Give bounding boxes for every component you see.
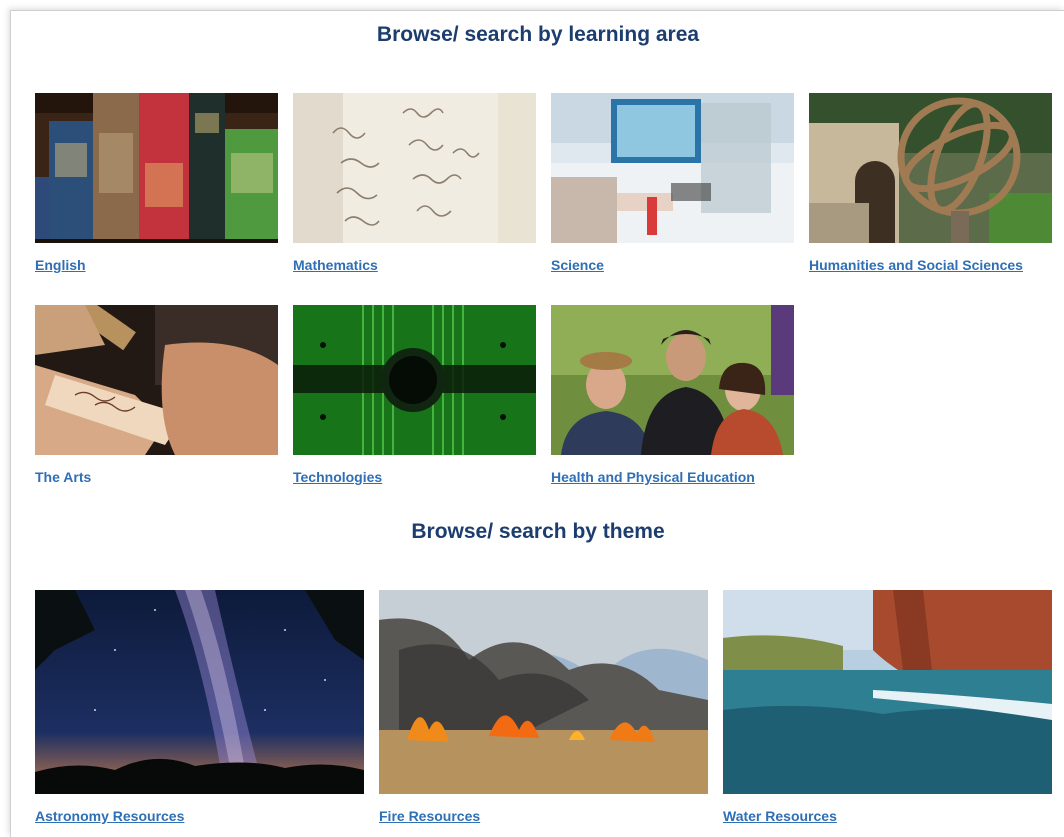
learning-area-heading: Browse/ search by learning area [376, 23, 700, 46]
astronomy-link[interactable]: Astronomy Resources [35, 808, 184, 824]
fire-link[interactable]: Fire Resources [379, 808, 480, 824]
the-arts-link[interactable]: The Arts [35, 469, 91, 485]
fire-thumbnail[interactable] [379, 590, 708, 794]
humanities-thumbnail[interactable] [809, 93, 1052, 243]
science-link[interactable]: Science [551, 257, 604, 273]
technologies-thumbnail[interactable] [293, 305, 536, 455]
theme-heading: Browse/ search by theme [411, 520, 665, 543]
english-link[interactable]: English [35, 257, 86, 273]
science-thumbnail[interactable] [551, 93, 794, 243]
water-link[interactable]: Water Resources [723, 808, 837, 824]
health-pe-link[interactable]: Health and Physical Education [551, 469, 755, 485]
humanities-link[interactable]: Humanities and Social Sciences [809, 257, 1023, 273]
content-panel: Browse/ search by learning area English [10, 10, 1064, 837]
technologies-link[interactable]: Technologies [293, 469, 382, 485]
mathematics-thumbnail[interactable] [293, 93, 536, 243]
the-arts-thumbnail[interactable] [35, 305, 278, 455]
health-pe-thumbnail[interactable] [551, 305, 794, 455]
mathematics-link[interactable]: Mathematics [293, 257, 378, 273]
astronomy-thumbnail[interactable] [35, 590, 364, 794]
water-thumbnail[interactable] [723, 590, 1052, 794]
english-thumbnail[interactable] [35, 93, 278, 243]
